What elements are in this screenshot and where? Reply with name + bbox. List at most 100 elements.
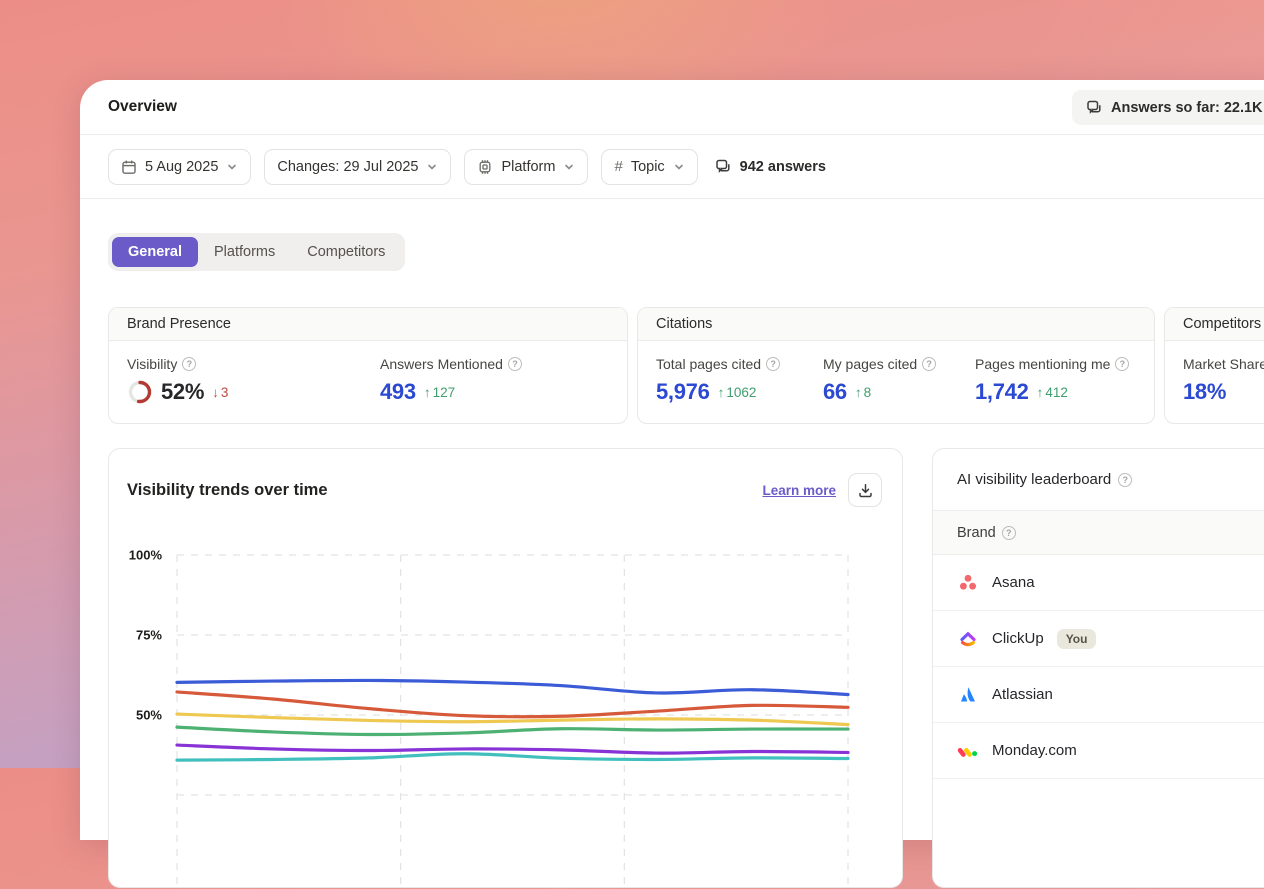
arrow-up-icon: ↑ xyxy=(1037,385,1044,400)
brand-presence-title: Brand Presence xyxy=(109,308,627,341)
competitors-card: Competitors Market Share 18% xyxy=(1164,307,1264,424)
leaderboard-row-atlassian[interactable]: Atlassian xyxy=(933,667,1264,723)
answers-count-label: 942 answers xyxy=(740,159,826,175)
answers-mentioned-value: 493 xyxy=(380,379,416,405)
tab-platforms[interactable]: Platforms xyxy=(198,237,291,267)
page-title: Overview xyxy=(108,98,177,116)
visibility-delta: ↓ 3 xyxy=(212,385,228,400)
asana-logo-icon xyxy=(957,572,979,594)
svg-text:100%: 100% xyxy=(129,548,163,563)
brand-name: Atlassian xyxy=(992,686,1053,703)
chevron-down-icon xyxy=(673,161,685,173)
metric-cards-row: Brand Presence Visibility 52% ↓ xyxy=(108,307,1264,424)
chevron-down-icon xyxy=(563,161,575,173)
help-icon[interactable] xyxy=(508,357,522,371)
total-pages-cited-value: 5,976 xyxy=(656,379,710,405)
clickup-logo-icon xyxy=(957,628,979,650)
arrow-up-icon: ↑ xyxy=(855,385,862,400)
tab-group: General Platforms Competitors xyxy=(108,233,405,271)
top-bar: Overview Answers so far: 22.1K xyxy=(80,80,1264,135)
svg-text:75%: 75% xyxy=(136,628,162,643)
platform-filter-button[interactable]: Platform xyxy=(464,149,588,185)
pages-mentioning-me-metric: Pages mentioning me 1,742 ↑ 412 xyxy=(975,356,1129,405)
answers-mentioned-delta: ↑ 127 xyxy=(424,385,455,400)
atlassian-logo-icon xyxy=(957,684,979,706)
help-icon[interactable] xyxy=(766,357,780,371)
arrow-down-icon: ↓ xyxy=(212,385,219,400)
answers-so-far-label: Answers so far: 22.1K xyxy=(1111,100,1263,116)
leaderboard-title: AI visibility leaderboard xyxy=(957,471,1111,488)
date-filter-button[interactable]: 5 Aug 2025 xyxy=(108,149,251,185)
visibility-gauge xyxy=(127,379,153,405)
ai-visibility-leaderboard: AI visibility leaderboard Brand Asana xyxy=(932,448,1264,888)
topic-filter-label: Topic xyxy=(631,159,665,175)
changes-filter-label: Changes: 29 Jul 2025 xyxy=(277,159,418,175)
monday-logo-icon xyxy=(957,740,979,762)
total-pages-cited-delta: ↑ 1062 xyxy=(718,385,757,400)
chat-bubbles-icon xyxy=(715,158,732,175)
learn-more-link[interactable]: Learn more xyxy=(762,483,836,498)
arrow-up-icon: ↑ xyxy=(718,385,725,400)
help-icon[interactable] xyxy=(922,357,936,371)
visibility-label: Visibility xyxy=(127,356,177,372)
download-chart-button[interactable] xyxy=(848,473,882,507)
leaderboard-row-asana[interactable]: Asana xyxy=(933,555,1264,611)
my-pages-cited-value: 66 xyxy=(823,379,847,405)
download-icon xyxy=(858,483,873,498)
topic-filter-button[interactable]: Topic xyxy=(601,149,697,185)
market-share-value: 18% xyxy=(1183,379,1226,405)
red-line xyxy=(177,692,848,717)
my-pages-cited-label: My pages cited xyxy=(823,356,917,372)
brand-name: Monday.com xyxy=(992,742,1077,759)
arrow-up-icon: ↑ xyxy=(424,385,431,400)
leaderboard-row-clickup[interactable]: ClickUp You xyxy=(933,611,1264,667)
pages-mentioning-me-delta: ↑ 412 xyxy=(1037,385,1068,400)
market-share-metric: Market Share 18% xyxy=(1183,356,1264,405)
brand-name: Asana xyxy=(992,574,1035,591)
brand-presence-card: Brand Presence Visibility 52% ↓ xyxy=(108,307,628,424)
answers-so-far-pill: Answers so far: 22.1K xyxy=(1072,90,1264,125)
purple-line xyxy=(177,745,848,753)
leaderboard-row-monday[interactable]: Monday.com xyxy=(933,723,1264,779)
filter-bar: 5 Aug 2025 Changes: 29 Jul 2025 Platform xyxy=(80,135,1264,199)
trend-chart-title: Visibility trends over time xyxy=(127,481,328,500)
green-line xyxy=(177,727,848,734)
visibility-trend-chart: 100% 75% 50% xyxy=(109,449,904,889)
visibility-trends-card: Visibility trends over time Learn more xyxy=(108,448,903,888)
platform-filter-label: Platform xyxy=(501,159,555,175)
changes-filter-button[interactable]: Changes: 29 Jul 2025 xyxy=(264,149,451,185)
help-icon[interactable] xyxy=(1118,473,1132,487)
competitors-title: Competitors xyxy=(1165,308,1264,341)
teal-line xyxy=(177,754,848,760)
date-filter-label: 5 Aug 2025 xyxy=(145,159,218,175)
total-pages-cited-metric: Total pages cited 5,976 ↑ 1062 xyxy=(656,356,823,405)
citations-title: Citations xyxy=(638,308,1154,341)
hash-icon xyxy=(614,158,622,175)
answers-mentioned-metric: Answers Mentioned 493 ↑ 127 xyxy=(380,356,522,405)
chevron-down-icon xyxy=(226,161,238,173)
total-pages-cited-label: Total pages cited xyxy=(656,356,761,372)
calendar-icon xyxy=(121,159,137,175)
chat-bubbles-icon xyxy=(1086,99,1103,116)
svg-text:50%: 50% xyxy=(136,708,162,723)
citations-card: Citations Total pages cited 5,976 ↑ 1062 xyxy=(637,307,1155,424)
blue-line xyxy=(177,680,848,694)
market-share-label: Market Share xyxy=(1183,356,1264,372)
help-icon[interactable] xyxy=(182,357,196,371)
pages-mentioning-me-value: 1,742 xyxy=(975,379,1029,405)
tab-general[interactable]: General xyxy=(112,237,198,267)
brand-name: ClickUp xyxy=(992,630,1044,647)
my-pages-cited-delta: ↑ 8 xyxy=(855,385,871,400)
tab-competitors[interactable]: Competitors xyxy=(291,237,401,267)
pages-mentioning-me-label: Pages mentioning me xyxy=(975,356,1110,372)
visibility-metric: Visibility 52% ↓ 3 xyxy=(127,356,380,405)
chevron-down-icon xyxy=(426,161,438,173)
help-icon[interactable] xyxy=(1115,357,1129,371)
chip-icon xyxy=(477,159,493,175)
answers-count: 942 answers xyxy=(715,158,826,175)
help-icon[interactable] xyxy=(1002,526,1016,540)
brand-column-header: Brand xyxy=(933,511,1264,555)
my-pages-cited-metric: My pages cited 66 ↑ 8 xyxy=(823,356,975,405)
brand-column-label: Brand xyxy=(957,525,996,541)
you-badge: You xyxy=(1057,629,1097,649)
